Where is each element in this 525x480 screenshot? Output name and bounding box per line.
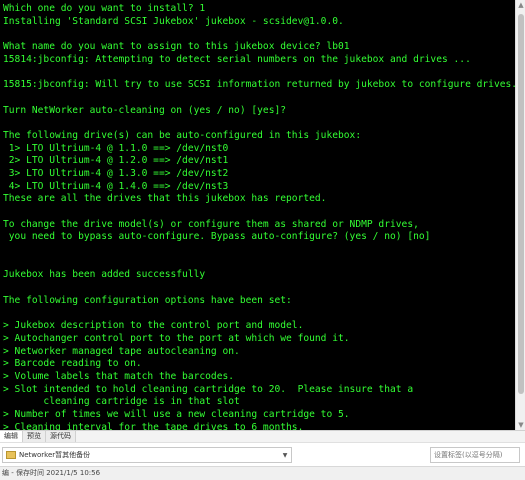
terminal-line: Turn NetWorker auto-cleaning on (yes / n… — [3, 104, 287, 116]
tab-source[interactable]: 源代码 — [46, 431, 76, 442]
terminal-line: cleaning cartridge is in that slot — [3, 396, 240, 408]
terminal-line: Which one do you want to install? 1 — [3, 3, 206, 14]
terminal-line: you need to bypass auto-configure. Bypas… — [3, 231, 431, 243]
terminal-line: 2> LTO Ultrium-4 @ 1.2.0 ==> /dev/nst1 — [3, 155, 229, 167]
vertical-scrollbar[interactable]: ▲ ▼ — [515, 0, 525, 430]
folder-icon — [6, 451, 16, 459]
terminal-line: > Jukebox description to the control por… — [3, 320, 304, 332]
terminal-output: Which one do you want to install? 1 Insta… — [0, 0, 515, 430]
terminal-line: 1> LTO Ultrium-4 @ 1.1.0 ==> /dev/nst0 — [3, 142, 229, 154]
terminal-line: Installing 'Standard SCSI Jukebox' jukeb… — [3, 15, 344, 27]
terminal-line: 4> LTO Ultrium-4 @ 1.4.0 ==> /dev/nst3 — [3, 180, 229, 192]
terminal-line: 15815:jbconfig: Will try to use SCSI inf… — [3, 79, 515, 91]
scroll-up-icon[interactable]: ▲ — [516, 0, 525, 10]
terminal-line: > Slot intended to hold cleaning cartrid… — [3, 383, 414, 395]
terminal-line: > Cleaning interval for the tape drives … — [3, 421, 304, 430]
terminal-line: > Autochanger control port to the port a… — [3, 332, 350, 344]
scroll-down-icon[interactable]: ▼ — [516, 420, 525, 430]
terminal-line: Jukebox has been added successfully — [3, 269, 206, 281]
status-bar: 编 - 保存时间 2021/1/5 10:56 — [0, 466, 525, 480]
terminal-line: What name do you want to assign to this … — [3, 41, 350, 53]
scrollbar-thumb[interactable] — [518, 14, 524, 394]
terminal-line: These are all the drives that this jukeb… — [3, 193, 327, 205]
tab-preview[interactable]: 预览 — [23, 431, 46, 442]
terminal-line: 3> LTO Ultrium-4 @ 1.3.0 ==> /dev/nst2 — [3, 167, 229, 179]
bottom-toolbar: Networker暂其他备份 ▼ — [0, 442, 525, 466]
category-label: Networker暂其他备份 — [19, 451, 91, 459]
terminal-line: > Volume labels that match the barcodes. — [3, 370, 235, 382]
editor-tabs: 编辑 预览 源代码 — [0, 430, 525, 442]
terminal-line: The following configuration options have… — [3, 294, 292, 306]
terminal-line: 15814:jbconfig: Attempting to detect ser… — [3, 53, 471, 65]
terminal-line: The following drive(s) can be auto-confi… — [3, 129, 362, 141]
terminal-line: > Networker managed tape autocleaning on… — [3, 345, 240, 357]
tab-edit[interactable]: 编辑 — [0, 431, 23, 442]
terminal-line: > Barcode reading to on. — [3, 358, 142, 370]
tag-input[interactable] — [430, 447, 520, 463]
category-select[interactable]: Networker暂其他备份 ▼ — [2, 447, 292, 463]
chevron-down-icon[interactable]: ▼ — [279, 452, 291, 459]
terminal-line: To change the drive model(s) or configur… — [3, 218, 419, 230]
terminal-line: > Number of times we will use a new clea… — [3, 409, 350, 420]
